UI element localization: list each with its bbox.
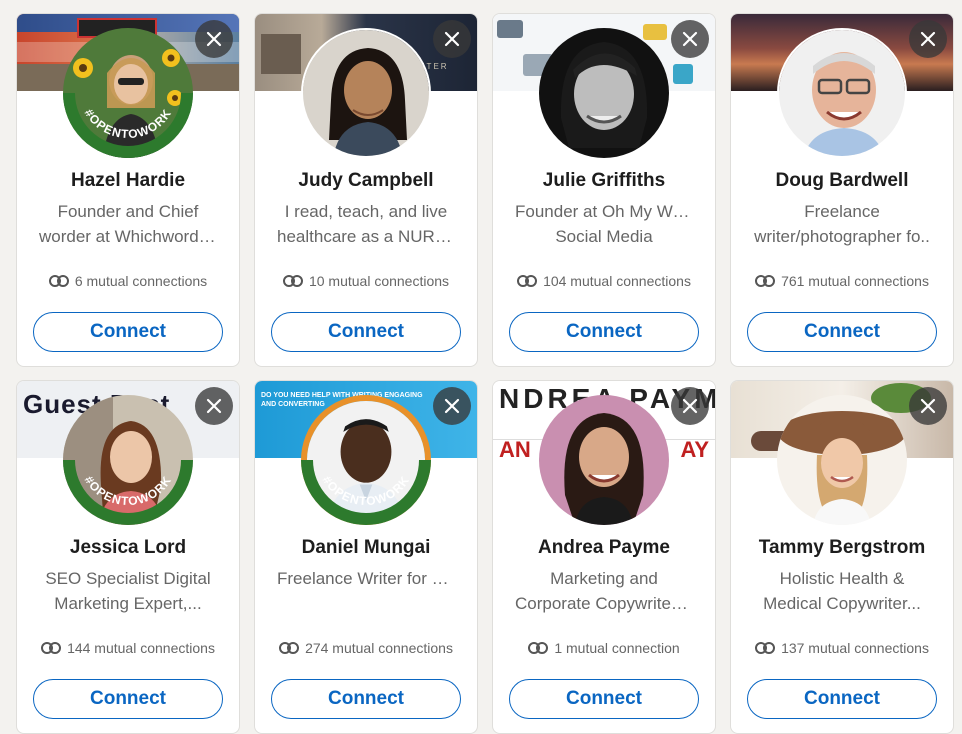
avatar[interactable] xyxy=(63,28,193,158)
person-name[interactable]: Jessica Lord xyxy=(17,537,239,559)
mutual-connections-icon xyxy=(41,642,62,654)
avatar[interactable] xyxy=(63,395,193,525)
close-icon xyxy=(206,31,222,47)
mutual-connections-icon xyxy=(282,275,303,287)
mutual-connections: 274 mutual connections xyxy=(255,640,477,656)
person-card: Tammy Bergstrom Holistic Health & Medica… xyxy=(730,380,954,734)
dismiss-button[interactable] xyxy=(909,20,947,58)
connect-button[interactable]: Connect xyxy=(509,312,699,352)
close-icon xyxy=(682,31,698,47)
person-card: Doug Bardwell Freelance writer/photograp… xyxy=(730,13,954,367)
person-card: Julie Griffiths Founder at Oh My Word! S… xyxy=(492,13,716,367)
avatar[interactable] xyxy=(777,28,907,158)
close-icon xyxy=(920,398,936,414)
person-name[interactable]: Doug Bardwell xyxy=(731,170,953,192)
connect-button[interactable]: Connect xyxy=(33,679,223,719)
mutual-connections: 137 mutual connections xyxy=(731,640,953,656)
dismiss-button[interactable] xyxy=(433,387,471,425)
close-icon xyxy=(206,398,222,414)
connect-button[interactable]: Connect xyxy=(747,679,937,719)
dismiss-button[interactable] xyxy=(433,20,471,58)
avatar[interactable] xyxy=(301,395,431,525)
people-suggestions-grid: #OPENTOWORK Hazel Hardie Founder and Chi… xyxy=(16,13,954,734)
dismiss-button[interactable] xyxy=(195,387,233,425)
dismiss-button[interactable] xyxy=(671,387,709,425)
person-headline: I read, teach, and live healthcare as a … xyxy=(277,202,455,246)
person-name[interactable]: Andrea Payme xyxy=(493,537,715,559)
connect-button[interactable]: Connect xyxy=(747,312,937,352)
person-headline: Freelance writer/photographer fo.. xyxy=(754,202,930,246)
mutual-connections-icon xyxy=(279,642,300,654)
mutual-connections-icon xyxy=(48,275,69,287)
mutual-connections: 10 mutual connections xyxy=(255,273,477,289)
mutual-connections: 144 mutual connections xyxy=(17,640,239,656)
dismiss-button[interactable] xyxy=(909,387,947,425)
avatar[interactable] xyxy=(301,28,431,158)
close-icon xyxy=(920,31,936,47)
person-name[interactable]: Judy Campbell xyxy=(255,170,477,192)
mutual-connections: 761 mutual connections xyxy=(731,273,953,289)
avatar[interactable] xyxy=(777,395,907,525)
mutual-connections-icon xyxy=(755,642,776,654)
person-card: DO YOU NEED HELP WITH WRITING ENGAGING A… xyxy=(254,380,478,734)
close-icon xyxy=(444,398,460,414)
person-card: WRITER Judy Campbell I read, teach, and … xyxy=(254,13,478,367)
person-card: #OPENTOWORK Hazel Hardie Founder and Chi… xyxy=(16,13,240,367)
person-card: NDREA PAYM AN AY Andrea Payme Marketing … xyxy=(492,380,716,734)
close-icon xyxy=(682,398,698,414)
avatar[interactable] xyxy=(539,28,669,158)
connect-button[interactable]: Connect xyxy=(271,312,461,352)
person-headline: Freelance Writer for Hire xyxy=(277,569,455,588)
connect-button[interactable]: Connect xyxy=(271,679,461,719)
mutual-connections: 1 mutual connection xyxy=(493,640,715,656)
avatar[interactable] xyxy=(539,395,669,525)
person-name[interactable]: Tammy Bergstrom xyxy=(731,537,953,559)
person-name[interactable]: Hazel Hardie xyxy=(17,170,239,192)
person-card: Guest Post #OPENTOWORK Jessica Lord SEO … xyxy=(16,380,240,734)
dismiss-button[interactable] xyxy=(671,20,709,58)
person-name[interactable]: Daniel Mungai xyxy=(255,537,477,559)
mutual-connections-icon xyxy=(755,275,776,287)
dismiss-button[interactable] xyxy=(195,20,233,58)
person-name[interactable]: Julie Griffiths xyxy=(493,170,715,192)
mutual-connections-icon xyxy=(528,642,549,654)
close-icon xyxy=(444,31,460,47)
connect-button[interactable]: Connect xyxy=(33,312,223,352)
person-headline: Founder at Oh My Word! Social Media xyxy=(515,202,693,246)
mutual-connections-icon xyxy=(517,275,538,287)
person-headline: SEO Specialist Digital Marketing Expert,… xyxy=(45,569,211,613)
connect-button[interactable]: Connect xyxy=(509,679,699,719)
person-headline: Marketing and Corporate Copywriter •.. xyxy=(515,569,693,613)
person-headline: Holistic Health & Medical Copywriter... xyxy=(763,569,921,613)
mutual-connections: 104 mutual connections xyxy=(493,273,715,289)
person-headline: Founder and Chief worder at Whichword...… xyxy=(39,202,217,246)
mutual-connections: 6 mutual connections xyxy=(17,273,239,289)
